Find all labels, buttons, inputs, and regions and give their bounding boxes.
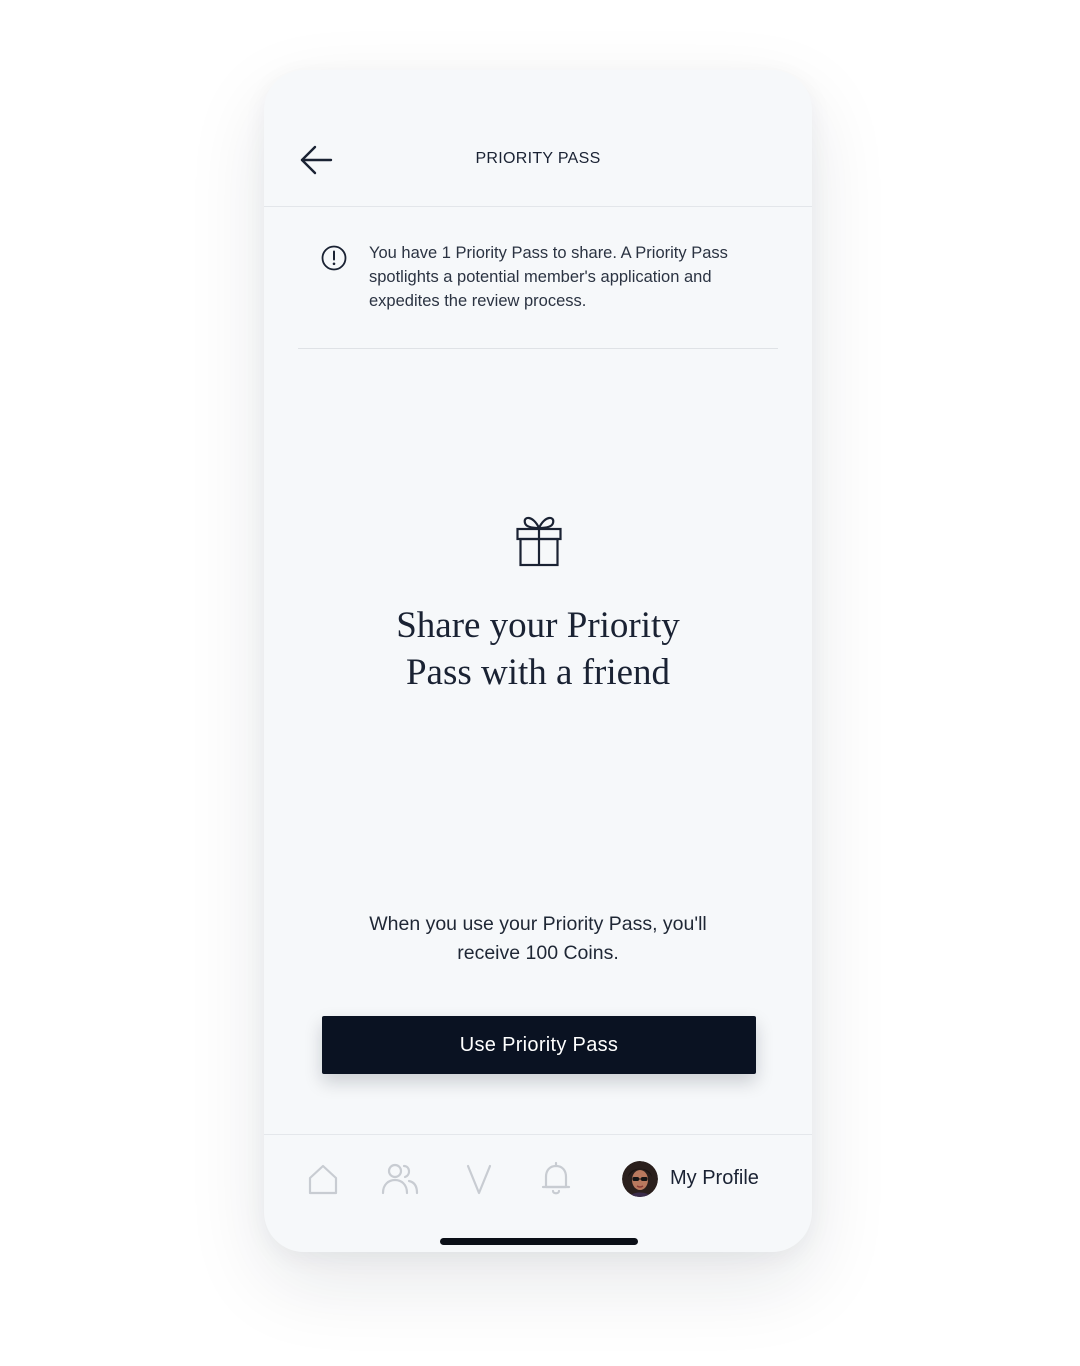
- tab-my-profile[interactable]: My Profile: [622, 1161, 792, 1199]
- home-icon: [308, 1164, 338, 1195]
- tab-v[interactable]: [464, 1161, 494, 1197]
- bell-icon: [541, 1161, 571, 1195]
- headline-line-2: Pass with a friend: [405, 652, 671, 693]
- notice-text: You have 1 Priority Pass to share. A Pri…: [369, 244, 728, 310]
- use-priority-pass-button[interactable]: Use Priority Pass: [322, 1016, 756, 1074]
- tab-notifications[interactable]: [539, 1161, 573, 1197]
- priority-pass-notice: You have 1 Priority Pass to share. A Pri…: [298, 238, 778, 349]
- bottom-tab-bar: My Profile: [264, 1134, 812, 1252]
- page-title: PRIORITY PASS: [475, 150, 601, 167]
- top-bar: PRIORITY PASS: [264, 70, 812, 207]
- my-profile-label: My Profile: [670, 1167, 759, 1189]
- reward-description: When you use your Priority Pass, you'll …: [369, 913, 707, 964]
- people-icon: [381, 1163, 419, 1195]
- phone-screen: PRIORITY PASS You have 1 Priority Pass t…: [264, 70, 812, 1252]
- home-indicator: [440, 1238, 638, 1245]
- info-circle-icon: [321, 245, 347, 271]
- tab-people[interactable]: [380, 1161, 420, 1197]
- v-logo-icon: [466, 1164, 492, 1195]
- share-headline: Share your Priority Pass with a friend: [318, 602, 758, 696]
- tab-home[interactable]: [306, 1161, 340, 1197]
- gift-icon: [516, 516, 562, 567]
- headline-line-1: Share your Priority: [396, 605, 680, 646]
- avatar: [622, 1161, 658, 1197]
